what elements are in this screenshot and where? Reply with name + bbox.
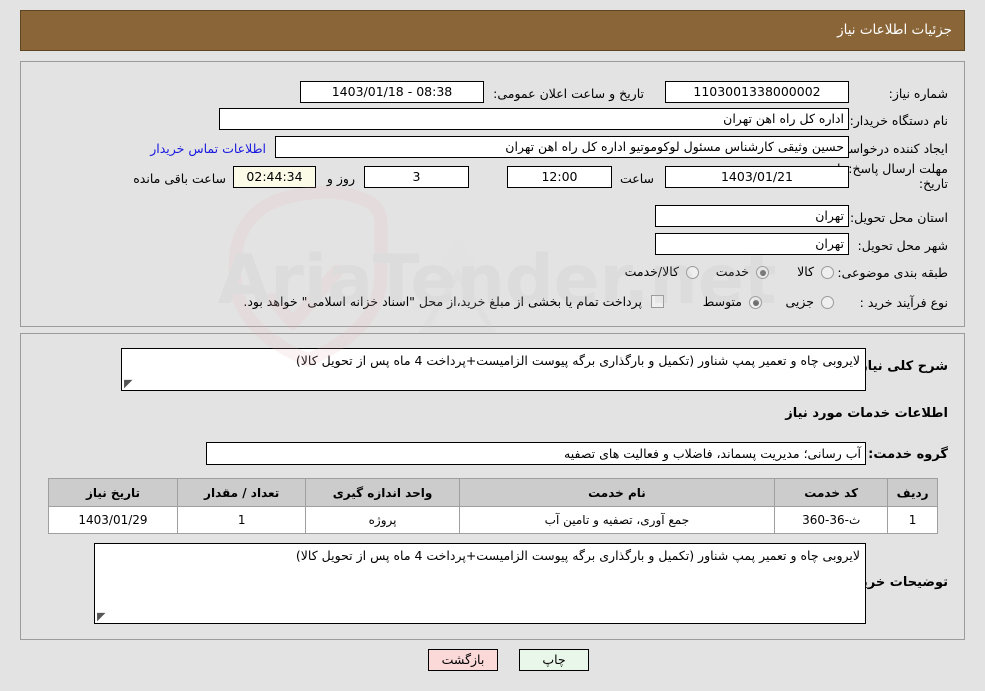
buyer-org-label: نام دستگاه خریدار: (849, 113, 948, 128)
radio-category-goods[interactable] (821, 266, 834, 279)
page-header: جزئیات اطلاعات نیاز (20, 10, 965, 51)
table-header-unit: واحد اندازه گیری (305, 478, 460, 507)
page-title: جزئیات اطلاعات نیاز (837, 22, 952, 38)
radio-category-goods-service[interactable] (686, 266, 699, 279)
service-group-value: آب رسانی؛ مدیریت پسماند، فاضلاب و فعالیت… (206, 442, 866, 465)
summary-value-box: لایروبی چاه و تعمیر پمپ شناور (تکمیل و ب… (121, 348, 866, 391)
province-value: تهران (655, 205, 849, 227)
need-number-label: شماره نیاز: (888, 86, 948, 101)
buyer-contact-link[interactable]: اطلاعات تماس خریدار (150, 141, 266, 156)
cell-row-index: 1 (887, 506, 938, 534)
radio-category-service-label: خدمت (715, 264, 749, 279)
hour-label: ساعت (619, 171, 654, 186)
buyer-org-value: اداره کل راه اهن تهران (219, 108, 849, 130)
resize-grip-icon: ◥ (97, 610, 106, 623)
need-info-panel: شماره نیاز: 1103001338000002 تاریخ و ساع… (20, 61, 965, 327)
radio-category-goods-service-label: کالا/خدمت (624, 264, 679, 279)
treasury-bond-checkbox[interactable] (651, 295, 664, 308)
countdown-timer-value: 02:44:34 (233, 166, 316, 188)
table-header-service-name: نام خدمت (458, 478, 776, 507)
print-button[interactable]: چاپ (519, 649, 589, 671)
need-number-value: 1103001338000002 (665, 81, 849, 103)
city-value: تهران (655, 233, 849, 255)
services-table: ردیف کد خدمت نام خدمت واحد اندازه گیری ت… (48, 478, 938, 534)
deadline-label-line2: تاریخ: (918, 176, 948, 191)
treasury-bond-label: پرداخت تمام یا بخشی از مبلغ خرید،از محل … (243, 294, 642, 309)
hour-value: 12:00 (507, 166, 612, 188)
timer-suffix-label: ساعت باقی مانده (133, 171, 226, 186)
summary-value-text: لایروبی چاه و تعمیر پمپ شناور (تکمیل و ب… (295, 353, 860, 368)
cell-need-date: 1403/01/29 (48, 506, 178, 534)
radio-process-minor-label: جزیی (785, 294, 814, 309)
radio-category-goods-label: کالا (797, 264, 814, 279)
city-label: شهر محل تحویل: (857, 238, 948, 253)
creator-label: ایجاد کننده درخواست: (832, 141, 948, 156)
services-heading: اطلاعات خدمات مورد نیاز (785, 406, 948, 421)
announce-value: 08:38 - 1403/01/18 (300, 81, 484, 103)
table-header-quantity: تعداد / مقدار (176, 478, 307, 507)
radio-process-minor[interactable] (821, 296, 834, 309)
radio-process-medium[interactable] (749, 296, 762, 309)
creator-value: حسین وثیقی کارشناس مسئول لوکوموتیو اداره… (275, 136, 849, 158)
process-label: نوع فرآیند خرید : (859, 295, 948, 310)
deadline-label-line1: مهلت ارسال پاسخ: تا (837, 161, 948, 176)
summary-label: شرح کلی نیاز: (854, 359, 948, 374)
table-row: 1 ث-36-360 جمع آوری، تصفیه و تامین آب پر… (48, 506, 938, 534)
table-header-service-code: کد خدمت (774, 478, 889, 507)
page-root: جزئیات اطلاعات نیاز شماره نیاز: 11030013… (0, 0, 985, 691)
buyer-notes-text: لایروبی چاه و تعمیر پمپ شناور (تکمیل و ب… (295, 548, 860, 563)
cell-unit: پروژه (305, 506, 460, 534)
back-button[interactable]: بازگشت (428, 649, 498, 671)
buyer-notes-box: لایروبی چاه و تعمیر پمپ شناور (تکمیل و ب… (94, 543, 866, 624)
table-header-row: ردیف کد خدمت نام خدمت واحد اندازه گیری ت… (48, 478, 938, 507)
table-header-row-index: ردیف (887, 478, 938, 507)
days-remaining-value: 3 (364, 166, 469, 188)
announce-label: تاریخ و ساعت اعلان عمومی: (493, 86, 644, 101)
days-suffix-label: روز و (326, 171, 355, 186)
radio-category-service[interactable] (756, 266, 769, 279)
cell-service-code: ث-36-360 (774, 506, 889, 534)
radio-process-medium-label: متوسط (702, 294, 742, 309)
deadline-date-value: 1403/01/21 (665, 166, 849, 188)
category-label: طبقه بندی موضوعی: (837, 265, 948, 280)
province-label: استان محل تحویل: (849, 210, 948, 225)
table-header-need-date: تاریخ نیاز (48, 478, 178, 507)
cell-service-name: جمع آوری، تصفیه و تامین آب (458, 506, 776, 534)
service-group-label: گروه خدمت: (868, 447, 948, 462)
service-details-panel: شرح کلی نیاز: لایروبی چاه و تعمیر پمپ شن… (20, 333, 965, 640)
cell-quantity: 1 (176, 506, 307, 534)
resize-grip-icon: ◥ (124, 377, 133, 390)
